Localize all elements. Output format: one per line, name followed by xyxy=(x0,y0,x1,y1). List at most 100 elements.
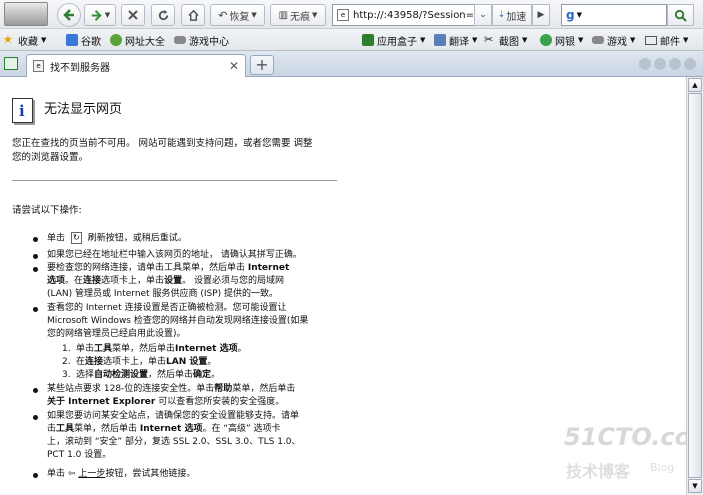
tab-close-all-icon[interactable] xyxy=(684,58,696,70)
search-box[interactable]: g ▼ xyxy=(561,4,667,26)
bookmark-google[interactable]: 谷歌 xyxy=(66,32,101,48)
tab-list-icon[interactable] xyxy=(669,58,681,70)
forward-button[interactable]: ▼ xyxy=(84,4,116,26)
go-button[interactable]: ▶ xyxy=(532,4,550,26)
text: 菜单，然后单击 xyxy=(112,344,176,354)
incognito-button[interactable]: ▥ 无痕 ▼ xyxy=(270,4,326,26)
text: 刷新按钮，或稍后重试。 xyxy=(87,233,187,244)
chevron-down-icon: ▼ xyxy=(630,36,636,44)
menu-label: 截图 xyxy=(499,36,519,48)
text: Internet 选项 xyxy=(175,344,238,354)
text: 。 xyxy=(211,370,221,380)
text: 可以查看您所安装的安全强度。 xyxy=(155,397,285,407)
suggestion-security-l4: PCT 1.0 设置。 xyxy=(47,450,112,460)
url-text: http://:43958/?Session= xyxy=(353,9,474,21)
menu-translate[interactable]: 翻译 ▼ xyxy=(434,32,477,48)
text: 选项卡上，单击 xyxy=(101,276,165,286)
intro-text-line2: 您的浏览器设置。 xyxy=(12,152,89,163)
text: Internet xyxy=(247,263,290,273)
text: 关于 Internet Explorer xyxy=(47,397,156,407)
page-content: i 无法显示网页 您正在查找的页当前不可用。 网站可能遇到支持问题，或者您需要 … xyxy=(0,77,686,495)
bullet xyxy=(33,267,38,272)
scroll-down-button[interactable]: ▼ xyxy=(688,479,702,493)
text: 菜单，然后单击 xyxy=(74,424,140,434)
gamepad-icon xyxy=(174,36,186,44)
text: 某些站点要求 128-位的连接安全性。单击 xyxy=(47,384,215,394)
bullet xyxy=(33,307,38,312)
bookmark-favorites[interactable]: ★ 收藏 ▼ xyxy=(3,32,46,48)
text: 在 xyxy=(76,357,86,367)
restore-label: 恢复 xyxy=(229,11,250,23)
sub-step-1: 1. 单击工具菜单，然后单击Internet 选项。 xyxy=(62,343,247,356)
stop-button[interactable] xyxy=(121,4,145,26)
watermark-logo: 51CTO.com xyxy=(564,423,686,451)
sub-step-2: 2. 在连接选项卡上，单击LAN 设置。 xyxy=(62,356,216,369)
text: 工具 xyxy=(94,344,113,354)
text: 1. xyxy=(62,344,71,354)
divider xyxy=(12,180,337,181)
menu-app-box[interactable]: 应用盒子 ▼ xyxy=(362,32,425,48)
tab-scroll-right-icon[interactable] xyxy=(654,58,666,70)
watermark-blog: 技术博客 xyxy=(566,462,631,481)
address-bar[interactable]: e http://:43958/?Session= xyxy=(332,4,475,26)
scissors-icon: ✂ xyxy=(484,33,494,46)
tab-title: 找不到服务器 xyxy=(50,62,110,74)
search-button[interactable] xyxy=(667,4,694,26)
refresh-icon xyxy=(158,9,168,20)
tab-scroll-left-icon[interactable] xyxy=(639,58,651,70)
chevron-down-icon: ▼ xyxy=(251,11,257,19)
menu-games[interactable]: 游戏 ▼ xyxy=(592,32,635,48)
bullet xyxy=(33,237,38,242)
back-icon: ⇦ xyxy=(67,469,76,479)
incognito-icon: ▥ xyxy=(278,9,289,21)
tab-server-not-found[interactable]: e 找不到服务器 ✕ xyxy=(26,54,246,77)
accelerate-button[interactable]: ⇣ 加速 xyxy=(492,4,532,26)
home-icon xyxy=(187,9,199,21)
restore-button[interactable]: ↶ 恢复 ▼ xyxy=(210,4,265,26)
intro-text-line1: 您正在查找的页当前不可用。 网站可能遇到支持问题，或者您需要 调整 xyxy=(12,138,313,149)
incognito-label: 无痕 xyxy=(290,11,311,23)
menu-label: 应用盒子 xyxy=(377,36,417,48)
app-box-icon xyxy=(362,34,374,46)
chevron-down-icon: ▼ xyxy=(578,36,584,44)
home-button[interactable] xyxy=(181,4,205,26)
scroll-up-button[interactable]: ▲ xyxy=(688,78,702,92)
bookmark-url-directory[interactable]: 网址大全 xyxy=(110,32,165,48)
globe-icon xyxy=(110,34,122,46)
text: 。 xyxy=(207,357,217,367)
menu-label: 翻译 xyxy=(449,36,469,48)
suggestion-encryption-l2: 关于 Internet Explorer 可以查看您所安装的安全强度。 xyxy=(47,396,284,409)
suggestion-security-l1: 如果您要访问某安全站点，请确保您的安全设置能够支持。请单 xyxy=(47,411,300,421)
menu-mail[interactable]: 邮件 ▼ xyxy=(645,32,688,48)
text: 单击 xyxy=(76,344,95,354)
close-icon[interactable]: ✕ xyxy=(229,59,239,73)
suggestion-check-connection-l2: 选项。在连接选项卡上，单击设置。 设置必须与您的局域网 xyxy=(47,275,284,288)
bookmark-label: 网址大全 xyxy=(125,36,165,48)
back-link[interactable]: 上一步 xyxy=(78,469,105,479)
bookmark-game-center[interactable]: 游戏中心 xyxy=(174,32,229,48)
menu-online-banking[interactable]: 网银 ▼ xyxy=(540,32,583,48)
browser-logo xyxy=(4,2,48,26)
google-icon xyxy=(66,34,78,46)
text: 。 设置必须与您的局域网 xyxy=(182,276,284,286)
new-tab-button[interactable]: + xyxy=(250,55,274,75)
bank-icon xyxy=(540,34,552,46)
text: 3. xyxy=(62,370,71,380)
text: 选项 xyxy=(47,276,66,286)
suggestion-check-connection-l3: (LAN) 管理员或 Internet 服务供应商 (ISP) 提供的一致。 xyxy=(47,289,278,299)
sidebar-toggle-icon[interactable] xyxy=(4,57,18,70)
scroll-thumb[interactable] xyxy=(688,93,702,478)
chevron-down-icon: ▼ xyxy=(472,36,478,44)
page-title: 无法显示网页 xyxy=(44,102,123,117)
text: 自动检测设置 xyxy=(94,370,149,380)
bullet xyxy=(33,388,38,393)
text: ，然后单击 xyxy=(148,370,194,380)
text: 工具 xyxy=(56,424,75,434)
refresh-button[interactable] xyxy=(151,4,175,26)
vertical-scrollbar[interactable]: ▲ ▼ xyxy=(686,77,703,495)
play-icon: ▶ xyxy=(537,10,545,20)
back-button[interactable] xyxy=(57,3,81,27)
address-dropdown-button[interactable]: ⌄ xyxy=(474,4,492,26)
menu-screenshot[interactable]: ✂ 截图 ▼ xyxy=(484,32,527,48)
text: 2. xyxy=(62,357,71,367)
